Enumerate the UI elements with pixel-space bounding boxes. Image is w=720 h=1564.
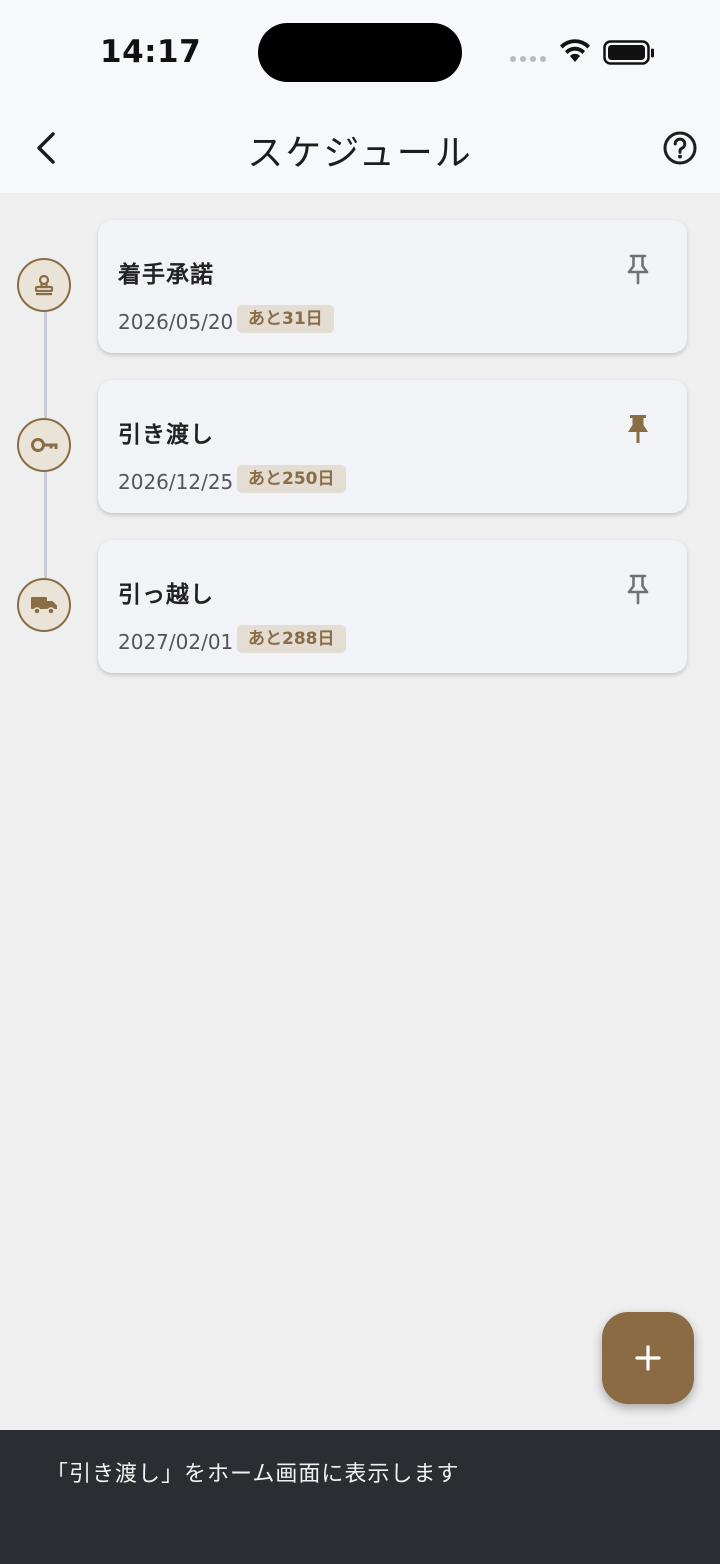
schedule-title: 着手承諾 (118, 262, 214, 288)
remaining-days-badge: あと288日 (237, 625, 346, 653)
schedule-date: 2026/05/20 (118, 310, 234, 334)
pin-button[interactable] (623, 253, 653, 285)
timeline-node-stamp (17, 258, 71, 312)
plus-icon (635, 1345, 661, 1371)
pin-button-active[interactable] (623, 413, 653, 445)
cellular-signal-icon (510, 56, 546, 62)
dynamic-island (258, 23, 462, 82)
schedule-title: 引っ越し (118, 582, 214, 608)
schedule-card[interactable]: 引き渡し 2026/12/25 あと250日 (98, 380, 687, 513)
wifi-icon (560, 39, 590, 62)
timeline-node-key (17, 418, 71, 472)
schedule-date: 2026/12/25 (118, 470, 234, 494)
snackbar-message: 「引き渡し」をホーム画面に表示します (46, 1462, 460, 1487)
remaining-days-badge: あと250日 (237, 465, 346, 493)
page-title: スケジュール (247, 133, 473, 174)
schedule-card[interactable]: 着手承諾 2026/05/20 あと31日 (98, 220, 687, 353)
pin-button[interactable] (623, 573, 653, 605)
battery-icon (603, 40, 654, 65)
help-button[interactable] (660, 128, 700, 168)
navigation-bar: スケジュール (0, 108, 720, 193)
truck-icon (31, 597, 57, 615)
key-icon (31, 438, 58, 452)
status-time: 14:17 (100, 34, 202, 70)
screen: 14:17 スケジュール 着手承諾 2026/05/20 あと31日 引き渡し … (0, 0, 720, 1564)
status-bar: 14:17 (0, 0, 720, 108)
remaining-days-badge: あと31日 (237, 305, 334, 333)
schedule-title: 引き渡し (118, 422, 214, 448)
add-schedule-button[interactable] (602, 1312, 694, 1404)
timeline-node-truck (17, 578, 71, 632)
schedule-date: 2027/02/01 (118, 630, 234, 654)
stamp-icon (34, 274, 54, 296)
snackbar: 「引き渡し」をホーム画面に表示します (0, 1430, 720, 1564)
schedule-card[interactable]: 引っ越し 2027/02/01 あと288日 (98, 540, 687, 673)
